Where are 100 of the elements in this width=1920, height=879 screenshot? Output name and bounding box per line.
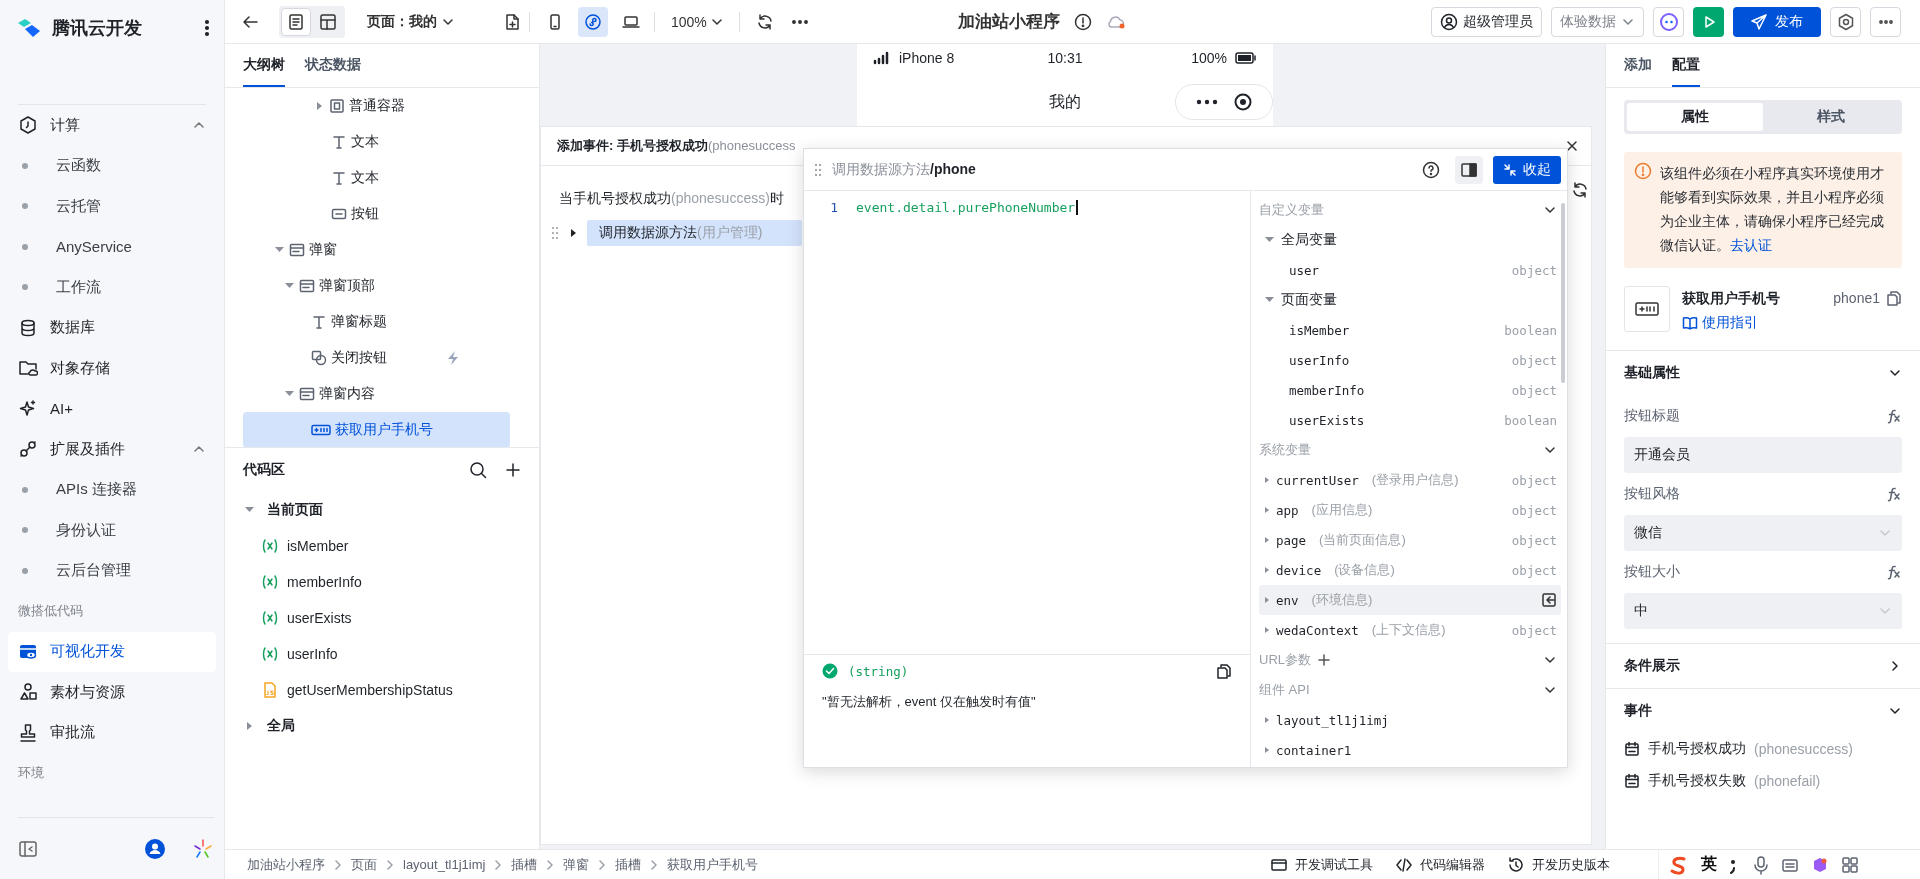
variable-item[interactable]: userExists boolean xyxy=(1259,405,1561,435)
nav-subitem[interactable]: 工作流 xyxy=(8,267,216,308)
function-icon[interactable] xyxy=(1886,408,1902,424)
nav-subitem[interactable]: 云托管 xyxy=(8,186,216,227)
variable-item[interactable]: currentUser (登录用户信息) object xyxy=(1259,465,1561,495)
tab[interactable]: 添加 xyxy=(1624,44,1652,87)
tree-item[interactable]: 按钮 xyxy=(243,196,510,232)
close-icon[interactable] xyxy=(1565,139,1579,153)
segment-tab[interactable]: 样式 xyxy=(1763,103,1899,131)
code-item[interactable]: isMember xyxy=(225,528,539,564)
tab[interactable]: 配置 xyxy=(1672,44,1700,87)
select-field[interactable]: 微信 xyxy=(1624,515,1902,551)
breadcrumb-link[interactable]: 弹窗 xyxy=(563,855,590,874)
footer-tool[interactable]: 开发历史版本 xyxy=(1507,855,1610,874)
variable-item[interactable]: container1 xyxy=(1259,735,1561,765)
variable-item[interactable]: isMember boolean xyxy=(1259,315,1561,345)
grid-icon[interactable] xyxy=(1841,855,1859,874)
tab[interactable]: 状态数据 xyxy=(305,44,361,87)
code-item[interactable]: userExists xyxy=(225,600,539,636)
more-button[interactable] xyxy=(1870,6,1901,37)
variable-item[interactable]: memberInfo object xyxy=(1259,375,1561,405)
text-input[interactable]: 开通会员 xyxy=(1624,437,1902,473)
event-item[interactable]: 手机号授权成功 (phonesuccess) xyxy=(1606,733,1920,765)
add-icon[interactable] xyxy=(1317,653,1331,667)
view-toggle[interactable] xyxy=(281,7,311,36)
tree-item[interactable]: 弹窗内容 xyxy=(243,376,510,412)
nav-item[interactable]: 数据库 xyxy=(8,307,216,348)
code-group[interactable]: 全局 xyxy=(225,708,539,744)
segment-tab[interactable]: 属性 xyxy=(1627,103,1763,131)
variable-item[interactable]: page (当前页面信息) object xyxy=(1259,525,1561,555)
colorful-star-icon[interactable] xyxy=(192,837,214,860)
variable-item[interactable]: device (设备信息) object xyxy=(1259,555,1561,585)
breadcrumb-link[interactable]: 页面 xyxy=(351,855,377,874)
nav-subitem[interactable]: 云函数 xyxy=(8,145,216,186)
nav-subitem[interactable]: AnyService xyxy=(8,226,216,267)
settings-button[interactable] xyxy=(1830,6,1861,37)
tree-item[interactable]: 普通容器 xyxy=(243,88,510,124)
variable-item[interactable]: userInfo object xyxy=(1259,345,1561,375)
info-icon[interactable] xyxy=(1073,12,1092,31)
variable-group[interactable]: 全局变量 xyxy=(1259,225,1561,255)
copy-icon[interactable] xyxy=(1216,663,1232,679)
verify-link[interactable]: 去认证 xyxy=(1730,238,1772,253)
action-item[interactable]: 调用数据源方法(用户管理) xyxy=(587,220,802,246)
tree-item[interactable]: 文本 xyxy=(243,124,510,160)
variable-item[interactable]: app (应用信息) object xyxy=(1259,495,1561,525)
more-vertical-icon[interactable] xyxy=(204,19,210,37)
tree-item[interactable]: 获取用户手机号 xyxy=(243,412,510,447)
device-toggle[interactable] xyxy=(578,6,608,37)
breadcrumb-link[interactable]: layout_tl1j1imj xyxy=(403,857,486,872)
collapse-button[interactable]: 收起 xyxy=(1493,155,1561,184)
side-panel-button[interactable] xyxy=(1455,155,1483,184)
nav-item[interactable]: 审批流 xyxy=(8,712,216,753)
tree-item[interactable]: 弹窗 xyxy=(243,232,510,268)
code-item[interactable]: memberInfo xyxy=(225,564,539,600)
event-item[interactable]: 手机号授权失败 (phonefail) xyxy=(1606,765,1920,797)
data-dropdown[interactable]: 体验数据 xyxy=(1551,6,1644,37)
microphone-icon[interactable] xyxy=(1753,854,1769,875)
function-icon[interactable] xyxy=(1886,564,1902,580)
variable-item[interactable]: env (环境信息) xyxy=(1259,585,1561,615)
add-file-icon[interactable] xyxy=(503,12,521,31)
nav-subitem[interactable]: 身份认证 xyxy=(8,510,216,551)
breadcrumb-link[interactable]: 获取用户手机号 xyxy=(667,855,759,874)
nav-subitem[interactable]: 云后台管理 xyxy=(8,550,216,591)
variable-item[interactable]: user object xyxy=(1259,255,1561,285)
page-dropdown[interactable]: 页面：我的 xyxy=(363,6,459,37)
nav-item[interactable]: 对象存储 xyxy=(8,348,216,389)
tab[interactable]: 大纲树 xyxy=(243,44,285,87)
nav-item[interactable]: AI+ xyxy=(8,388,216,429)
code-item[interactable]: userInfo xyxy=(225,636,539,672)
breadcrumb-link[interactable]: 加油站小程序 xyxy=(247,855,325,874)
select-field[interactable]: 中 xyxy=(1624,593,1902,629)
variable-item[interactable]: layout_tl1j1imj xyxy=(1259,705,1561,735)
code-group[interactable]: 当前页面 xyxy=(225,492,539,528)
input-mode[interactable]: 英 xyxy=(1701,854,1717,875)
sidebar-collapse-icon[interactable] xyxy=(18,839,38,858)
footer-tool[interactable]: 代码编辑器 xyxy=(1395,855,1485,874)
nav-item[interactable]: 素材与资源 xyxy=(8,672,216,713)
tree-item[interactable]: 文本 xyxy=(243,160,510,196)
run-button[interactable] xyxy=(1693,6,1724,37)
assistant-button[interactable] xyxy=(1653,6,1684,37)
publish-button[interactable]: 发布 xyxy=(1733,6,1821,37)
zoom-dropdown[interactable]: 100% xyxy=(663,6,731,37)
user-avatar-icon[interactable] xyxy=(144,837,166,860)
nav-item[interactable]: 可视化开发 xyxy=(8,631,216,672)
tree-item[interactable]: 弹窗顶部 xyxy=(243,268,510,304)
refresh-icon[interactable] xyxy=(755,12,774,31)
nav-item[interactable]: 扩展及插件 xyxy=(8,429,216,470)
insert-icon[interactable] xyxy=(1541,592,1557,608)
breadcrumb-link[interactable]: 插槽 xyxy=(511,855,538,874)
add-icon[interactable] xyxy=(505,462,521,478)
more-icon[interactable] xyxy=(791,19,808,24)
variable-group[interactable]: 页面变量 xyxy=(1259,285,1561,315)
nav-item[interactable]: 计算 xyxy=(8,105,216,146)
search-icon[interactable] xyxy=(469,461,487,479)
footer-tool[interactable]: 开发调试工具 xyxy=(1270,855,1373,874)
breadcrumb-link[interactable]: 插槽 xyxy=(615,855,642,874)
tree-item[interactable]: 弹窗标题 xyxy=(243,304,510,340)
refresh-icon[interactable] xyxy=(1571,181,1589,199)
tree-item[interactable]: 关闭按钮 xyxy=(243,340,510,376)
variable-item[interactable]: wedaContext (上下文信息) object xyxy=(1259,615,1561,645)
